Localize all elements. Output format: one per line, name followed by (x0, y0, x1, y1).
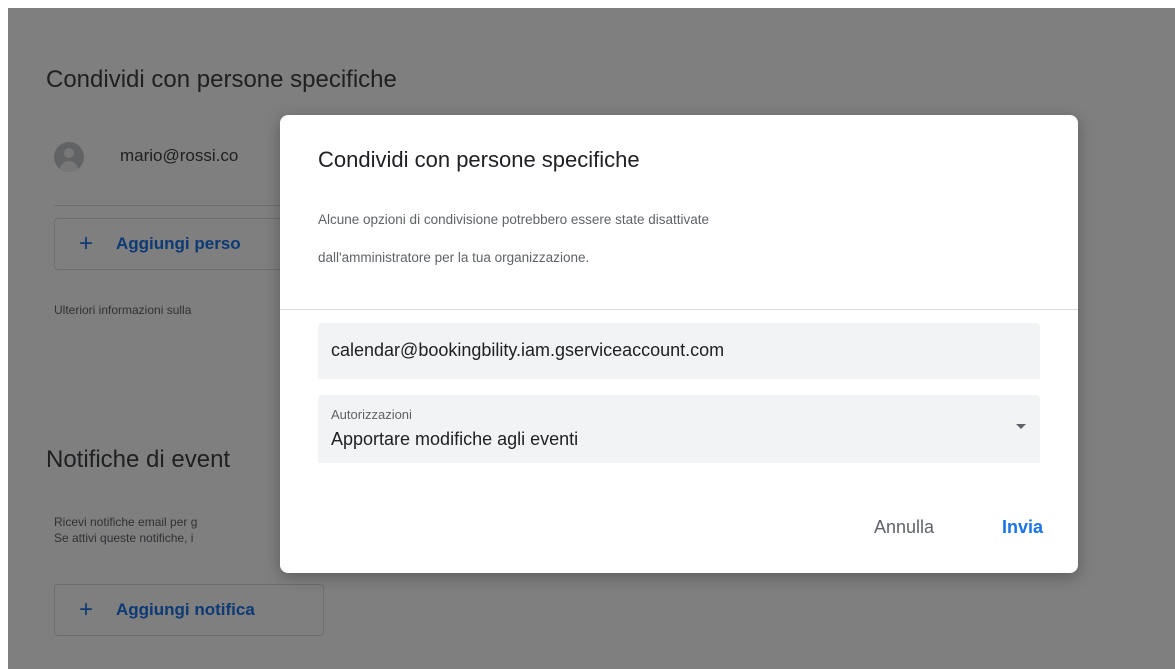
email-field[interactable]: calendar@bookingbility.iam.gserviceaccou… (318, 323, 1040, 379)
dialog-divider (280, 309, 1078, 310)
share-dialog: Condividi con persone specifiche Alcune … (280, 115, 1078, 573)
page: Condividi con persone specifiche mario@r… (0, 0, 1175, 669)
permissions-value: Apportare modifiche agli eventi (331, 429, 579, 449)
dialog-title: Condividi con persone specifiche (318, 147, 640, 172)
permissions-label: Autorizzazioni (331, 407, 412, 422)
dialog-description-line2: dall'amministratore per la tua organizza… (318, 250, 590, 265)
dropdown-caret-icon (1016, 424, 1026, 429)
dialog-description-line1: Alcune opzioni di condivisione potrebber… (318, 212, 709, 227)
send-button[interactable]: Invia (1002, 517, 1043, 538)
left-margin (0, 0, 8, 669)
cancel-button[interactable]: Annulla (874, 517, 934, 538)
permissions-select[interactable]: Autorizzazioni Apportare modifiche agli … (318, 395, 1040, 463)
top-margin (0, 0, 1175, 8)
email-field-value: calendar@bookingbility.iam.gserviceaccou… (331, 340, 725, 360)
